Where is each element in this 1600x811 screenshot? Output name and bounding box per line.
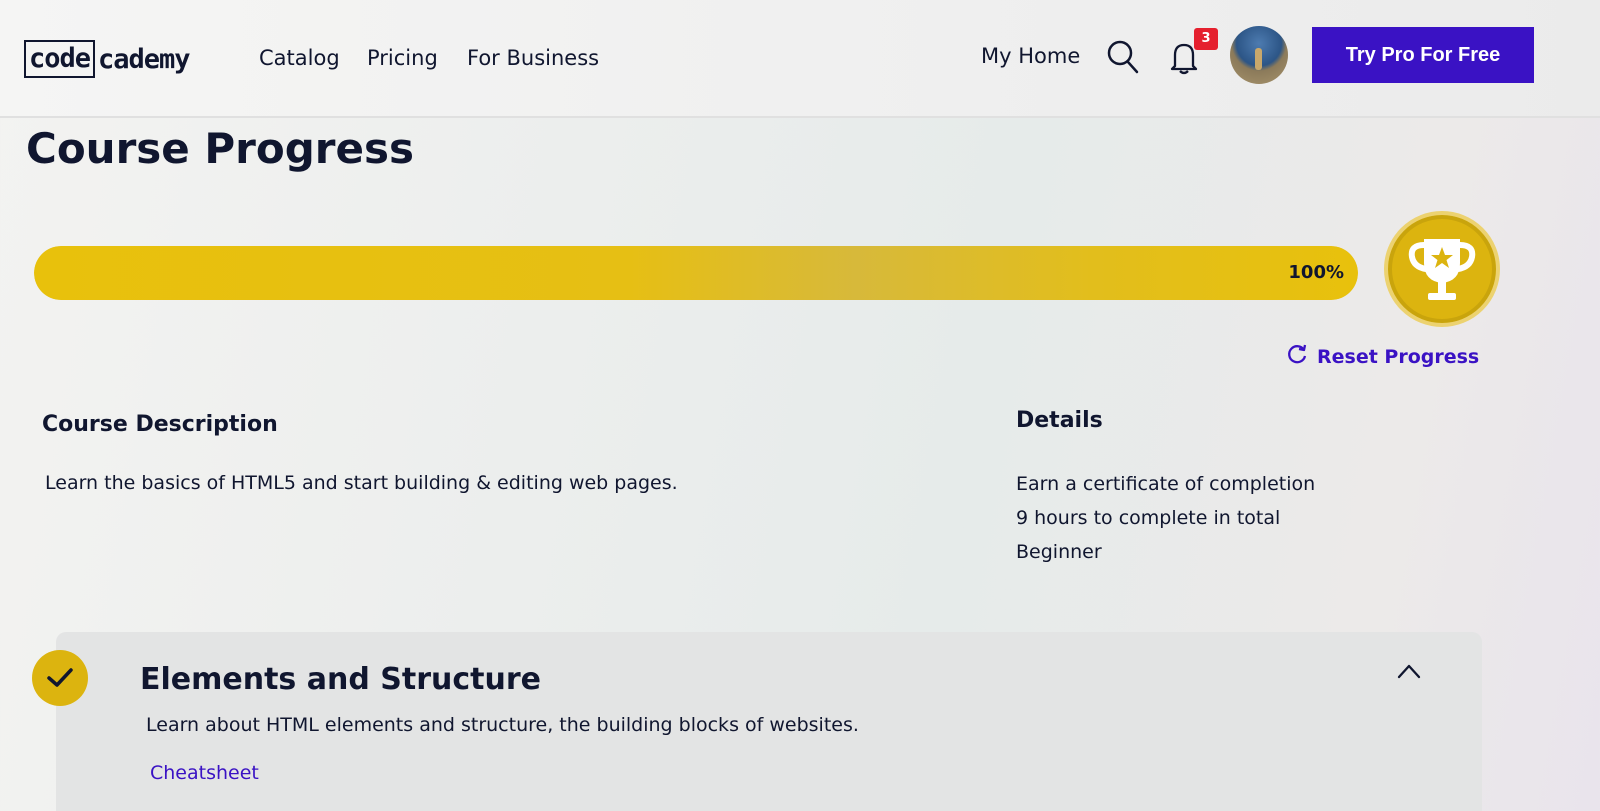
nav-my-home[interactable]: My Home: [981, 44, 1080, 68]
reset-progress-button[interactable]: Reset Progress: [1285, 342, 1479, 371]
top-navbar: code cademy Catalog Pricing For Business …: [0, 0, 1600, 118]
cheatsheet-link[interactable]: Cheatsheet: [150, 762, 259, 784]
course-description-heading: Course Description: [42, 412, 278, 437]
details-item-certificate: Earn a certificate of completion: [1016, 473, 1316, 495]
course-progress-bar: 100%: [34, 246, 1358, 300]
nav-pricing[interactable]: Pricing: [367, 46, 438, 70]
nav-catalog[interactable]: Catalog: [259, 46, 340, 70]
page-title: Course Progress: [26, 124, 415, 173]
codecademy-logo[interactable]: code cademy: [24, 40, 191, 78]
course-description-text: Learn the basics of HTML5 and start buil…: [45, 472, 678, 494]
check-icon: [32, 650, 88, 706]
module-title[interactable]: Elements and Structure: [140, 662, 541, 697]
notification-badge: 3: [1194, 28, 1218, 50]
logo-boxed-text: code: [24, 40, 96, 78]
avatar-figure: [1255, 48, 1262, 70]
reset-progress-label: Reset Progress: [1317, 345, 1480, 368]
logo-rest-text: cademy: [98, 43, 191, 75]
details-item-duration: 9 hours to complete in total: [1016, 507, 1281, 529]
nav-for-business[interactable]: For Business: [467, 46, 599, 70]
details-list: Earn a certificate of completion 9 hours…: [1016, 467, 1315, 569]
chevron-up-icon[interactable]: [1396, 662, 1422, 684]
refresh-icon: [1285, 342, 1309, 371]
details-item-level: Beginner: [1016, 541, 1102, 563]
trophy-icon: [1384, 211, 1500, 327]
progress-fill: 100%: [34, 246, 1358, 300]
avatar[interactable]: [1230, 26, 1288, 84]
progress-percent-label: 100%: [1288, 262, 1344, 283]
search-icon[interactable]: [1106, 39, 1140, 79]
try-pro-button[interactable]: Try Pro For Free: [1312, 27, 1534, 83]
details-heading: Details: [1016, 408, 1103, 433]
module-description: Learn about HTML elements and structure,…: [146, 714, 859, 736]
